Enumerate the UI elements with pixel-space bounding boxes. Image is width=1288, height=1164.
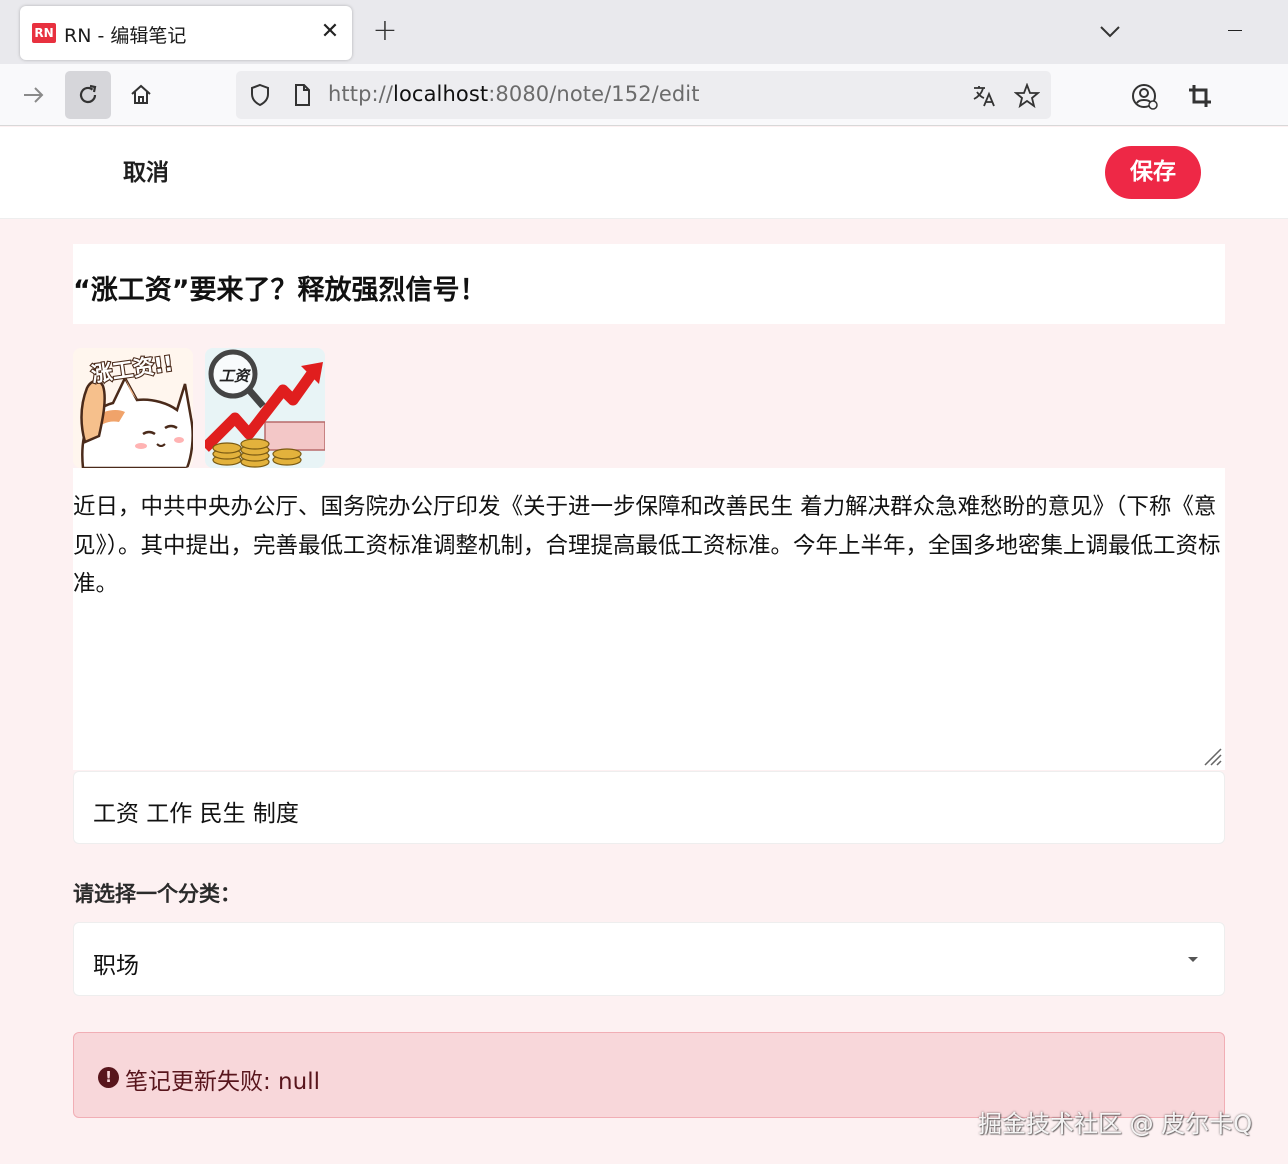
category-label: 请选择一个分类： <box>73 882 241 906</box>
salary-growth-chart-image[interactable]: 工资 <box>205 348 325 468</box>
cancel-button[interactable]: 取消 <box>110 155 182 191</box>
watermark: 掘金技术社区 @ 皮尔卡Q <box>978 1110 1253 1138</box>
exclamation-circle-icon: ! <box>98 1067 119 1088</box>
shield-icon[interactable] <box>248 83 272 111</box>
browser-nav-bar: http://localhost:8080/note/152/edit <box>0 64 1288 126</box>
app-header: 取消 保存 <box>0 127 1288 219</box>
tags-text: 工资 工作 民生 制度 <box>93 801 299 827</box>
reload-icon[interactable] <box>65 71 111 119</box>
note-content-text: 近日，中共中央办公厅、国务院办公厅印发《关于进一步保障和改善民生 着力解决群众急… <box>73 494 1221 597</box>
account-icon[interactable] <box>1120 71 1166 119</box>
tab-title: RN - 编辑笔记 <box>64 25 187 47</box>
note-content-textarea[interactable]: 近日，中共中央办公厅、国务院办公厅印发《关于进一步保障和改善民生 着力解决群众急… <box>73 468 1225 770</box>
translate-icon[interactable] <box>971 83 997 113</box>
address-bar[interactable]: http://localhost:8080/note/152/edit <box>236 71 1051 119</box>
home-icon[interactable] <box>118 71 164 119</box>
new-tab-plus-icon[interactable]: + <box>370 16 400 48</box>
tab-list-chevron-icon[interactable] <box>1096 20 1124 44</box>
save-button[interactable]: 保存 <box>1105 146 1201 199</box>
resize-handle-icon[interactable] <box>1202 746 1222 766</box>
url-text[interactable]: http://localhost:8080/note/152/edit <box>328 82 700 106</box>
error-alert-message: 笔记更新失败: null <box>125 1069 320 1095</box>
close-tab-icon[interactable]: ✕ <box>316 18 344 46</box>
category-selected-value: 职场 <box>93 953 139 979</box>
bookmark-star-icon[interactable] <box>1013 82 1041 113</box>
note-title-text: “涨工资”要来了？释放强烈信号！ <box>73 275 487 306</box>
category-select[interactable]: 职场 <box>73 922 1225 996</box>
minimize-window-icon[interactable] <box>1222 30 1250 32</box>
page-info-icon[interactable] <box>290 83 314 111</box>
forward-arrow-icon[interactable] <box>10 71 56 119</box>
browser-tab[interactable]: RN RN - 编辑笔记 ✕ <box>20 6 352 60</box>
tab-favicon-icon: RN <box>32 23 56 43</box>
note-title-input[interactable]: “涨工资”要来了？释放强烈信号！ <box>73 244 1225 324</box>
extensions-crop-icon[interactable] <box>1176 71 1222 119</box>
chevron-down-icon <box>1188 957 1198 962</box>
browser-tab-bar: RN RN - 编辑笔记 ✕ + <box>0 0 1288 64</box>
tags-input[interactable]: 工资 工作 民生 制度 <box>73 771 1225 844</box>
salary-image-caption: 工资 <box>219 367 252 385</box>
cat-cheering-image[interactable]: 涨工资!! <box>73 348 193 468</box>
